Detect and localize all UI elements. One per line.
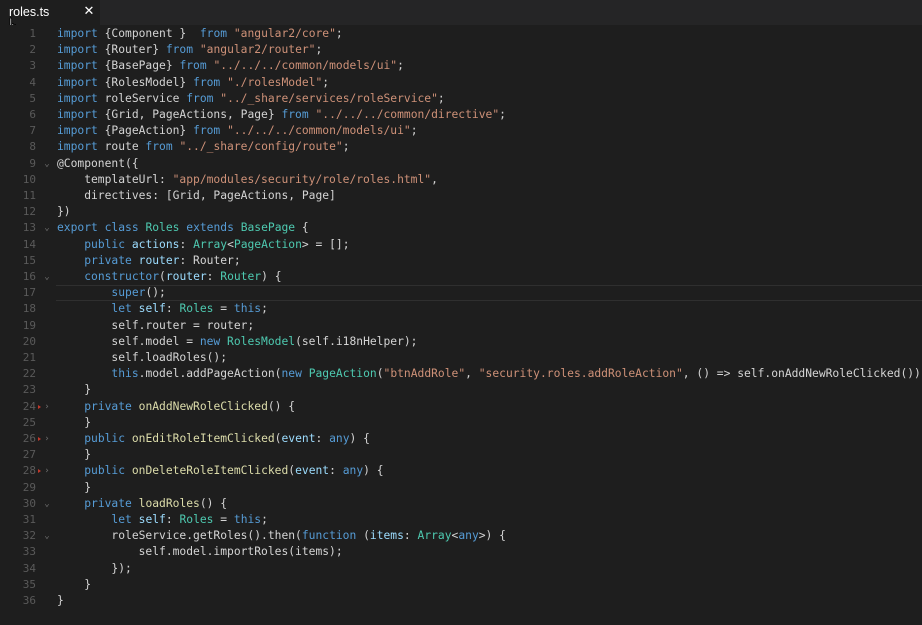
code-line: }) (0, 204, 922, 220)
tab-title: roles.ts (9, 5, 50, 19)
code-text: self.model.importRoles(items); (57, 545, 343, 559)
code-text: @Component({ (57, 156, 139, 170)
code-text: } (57, 383, 92, 397)
code-editor[interactable]: 1 import {Component } from "angular2/core… (0, 25, 922, 625)
code-text: let self: Roles = this; (111, 513, 268, 526)
code-line: self.router = router; (0, 318, 922, 334)
code-text: private loadRoles() { (84, 496, 228, 510)
code-line: self.model.importRoles(items); (0, 544, 922, 560)
code-text: }) (57, 205, 71, 219)
code-line: let self: Roles = this; (0, 301, 922, 317)
code-line: import {Component } from "angular2/core"… (0, 26, 922, 42)
code-text: } (57, 415, 92, 429)
code-line: public actions: Array<PageAction> = []; (0, 237, 922, 253)
code-text: self.model = new RolesModel(self.i18nHel… (57, 334, 418, 348)
code-line: import roleService from "../_share/servi… (0, 91, 922, 107)
code-line: import {Router} from "angular2/router"; (0, 42, 922, 58)
code-line: private router: Router; (0, 253, 922, 269)
code-line: } (0, 415, 922, 431)
code-text: self.loadRoles(); (57, 351, 228, 364)
code-line: }); (0, 561, 922, 577)
code-text: constructor(router: Router) { (84, 270, 282, 283)
code-text: public onEditRoleItemClicked(event: any)… (84, 432, 370, 445)
tab-roles-ts[interactable]: roles.ts ✕ (0, 0, 100, 25)
code-text: roleService.getRoles().then(function (it… (57, 529, 506, 543)
code-text: templateUrl: "app/modules/security/role/… (57, 172, 438, 186)
code-line: } (0, 593, 922, 609)
code-line: } (0, 447, 922, 463)
code-text: directives: [Grid, PageActions, Page] (57, 189, 336, 202)
code-text: } (57, 594, 64, 607)
code-line: roleService.getRoles().then(function (it… (0, 528, 922, 544)
code-line: private loadRoles() { (0, 496, 922, 512)
code-line: this.model.addPageAction(new PageAction(… (0, 366, 922, 382)
code-text: public onDeleteRoleItemClicked(event: an… (84, 464, 384, 478)
code-line: } (0, 577, 922, 593)
line-number: 17 (22, 286, 36, 300)
code-line: import route from "../_share/config/rout… (0, 139, 922, 155)
code-text: import roleService from "../_share/servi… (57, 91, 445, 105)
code-text: }); (57, 561, 132, 575)
code-text: private router: Router; (84, 253, 241, 267)
code-text: let self: Roles = this; (111, 302, 268, 316)
code-text: import {Component } from "angular2/core"… (57, 27, 343, 40)
code-text: public actions: Array<PageAction> = []; (84, 237, 350, 251)
code-line: private onAddNewRoleClicked() { (0, 399, 922, 415)
code-text: import {RolesModel} from "./rolesModel"; (57, 75, 330, 89)
code-line: templateUrl: "app/modules/security/role/… (0, 172, 922, 188)
code-line: public onEditRoleItemClicked(event: any)… (0, 431, 922, 447)
code-line: constructor(router: Router) { (0, 269, 922, 285)
code-text: export class Roles extends BasePage { (57, 221, 309, 235)
close-icon[interactable]: ✕ (81, 3, 97, 21)
code-text: import {PageAction} from "../../../commo… (57, 124, 418, 138)
code-line: } (0, 382, 922, 398)
code-text: import {Grid, PageActions, Page} from ".… (57, 108, 506, 121)
code-text: self.router = router; (57, 318, 255, 332)
code-line: public onDeleteRoleItemClicked(event: an… (0, 463, 922, 479)
code-line: import {PageAction} from "../../../commo… (0, 123, 922, 139)
code-line: self.loadRoles(); (0, 350, 922, 366)
code-text: } (57, 577, 92, 591)
code-line: import {BasePage} from "../../../common/… (0, 58, 922, 74)
code-line: } (0, 480, 922, 496)
code-text: private onAddNewRoleClicked() { (84, 399, 296, 413)
code-line: import {RolesModel} from "./rolesModel"; (0, 75, 922, 91)
code-text: import route from "../_share/config/rout… (57, 140, 350, 154)
code-line: export class Roles extends BasePage { (0, 220, 922, 236)
code-text: } (57, 480, 92, 494)
code-text: super(); (111, 286, 166, 300)
code-text: this.model.addPageAction(new PageAction(… (111, 367, 922, 381)
code-line: import {Grid, PageActions, Page} from ".… (0, 107, 922, 123)
code-text: import {BasePage} from "../../../common/… (57, 59, 404, 73)
code-line: directives: [Grid, PageActions, Page] (0, 188, 922, 204)
code-line: @Component({ (0, 156, 922, 172)
code-line: super(); (56, 285, 922, 302)
code-text: } (57, 448, 92, 462)
code-line: let self: Roles = this; (0, 512, 922, 528)
code-line: self.model = new RolesModel(self.i18nHel… (0, 334, 922, 350)
code-text: import {Router} from "angular2/router"; (57, 43, 323, 57)
tab-bar: roles.ts ✕ (0, 0, 922, 25)
